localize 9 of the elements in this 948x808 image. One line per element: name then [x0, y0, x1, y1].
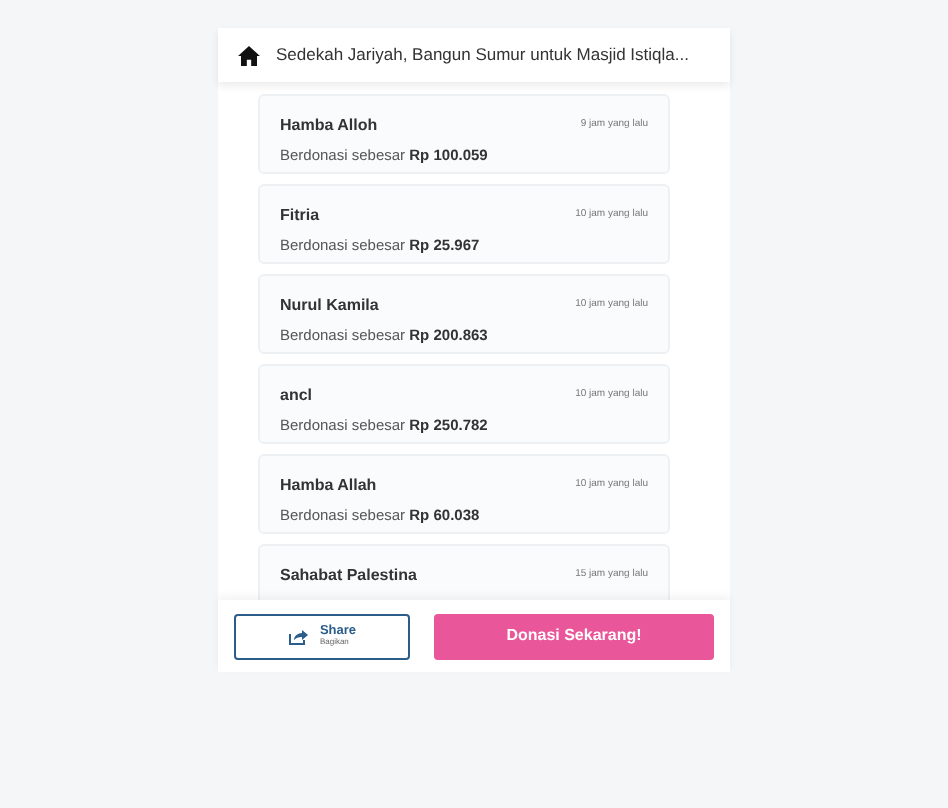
donor-name: Sahabat Palestina: [280, 564, 417, 588]
donor-name: Fitria: [280, 204, 320, 228]
donor-name: Nurul Kamila: [280, 294, 379, 318]
campaign-title: Sedekah Jariyah, Bangun Sumur untuk Masjid Istiqla...: [276, 42, 689, 68]
home-icon[interactable]: [238, 45, 260, 65]
donor-name: ancl: [280, 384, 313, 408]
donor-name: Hamba Allah: [280, 474, 377, 498]
donor-name: Hamba Alloh: [280, 114, 378, 138]
share-icon: [287, 627, 308, 645]
